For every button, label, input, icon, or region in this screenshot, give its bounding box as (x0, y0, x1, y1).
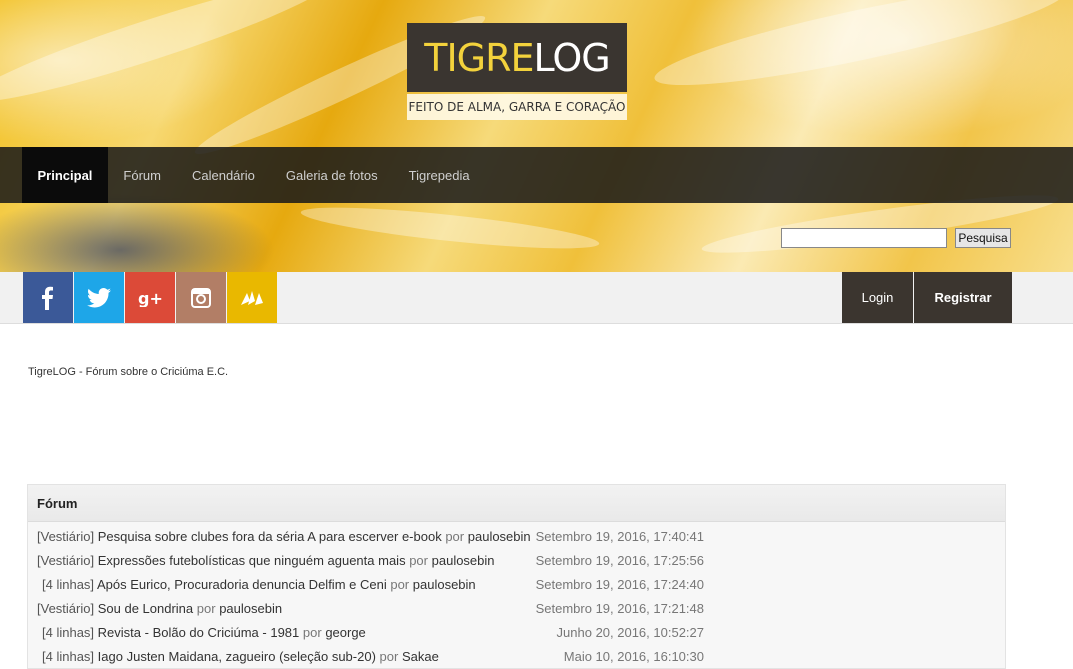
row-date: Maio 10, 2016, 16:10:30 (563, 648, 704, 664)
row-por: por (409, 552, 428, 568)
row-topic[interactable]: Pesquisa sobre clubes fora da séria A pa… (98, 529, 442, 544)
row-topic[interactable]: Após Eurico, Procuradoria denuncia Delfi… (97, 577, 387, 592)
row-category[interactable]: [Vestiário] (37, 601, 94, 616)
site-button[interactable] (227, 272, 277, 323)
forum-row[interactable]: [Vestiário] Sou de Londrina por pauloseb… (28, 596, 1007, 620)
forum-row[interactable]: [4 linhas] Revista - Bolão do Criciúma -… (28, 620, 1007, 644)
main-navigation: Principal Fórum Calendário Galeria de fo… (0, 147, 1073, 203)
instagram-button[interactable] (176, 272, 226, 323)
facebook-button[interactable] (23, 272, 73, 323)
nav-item-principal[interactable]: Principal (22, 147, 108, 203)
forum-row[interactable]: [Vestiário] Expressões futebolísticas qu… (28, 548, 1007, 572)
login-button[interactable]: Login (842, 272, 913, 323)
forum-table: Fórum [Vestiário] Pesquisa sobre clubes … (27, 484, 1006, 669)
row-author[interactable]: paulosebin (468, 529, 531, 544)
row-date: Setembro 19, 2016, 17:24:40 (535, 576, 704, 592)
tiger-claw-icon (241, 290, 263, 305)
row-topic[interactable]: Revista - Bolão do Criciúma - 1981 (98, 625, 300, 640)
row-author[interactable]: george (325, 625, 365, 640)
row-author[interactable]: paulosebin (219, 601, 282, 616)
google-plus-icon: g+ (138, 289, 162, 307)
instagram-icon (191, 287, 211, 308)
row-por: por (196, 600, 216, 616)
row-category[interactable]: [Vestiário] (37, 553, 94, 568)
row-topic[interactable]: Iago Justen Maidana, zagueiro (seleção s… (98, 649, 376, 664)
row-por: por (445, 528, 465, 544)
row-category[interactable]: [4 linhas] (42, 625, 94, 640)
row-date: Junho 20, 2016, 10:52:27 (556, 624, 704, 640)
site-logo[interactable]: TIGRELOG (407, 23, 627, 92)
row-topic[interactable]: Sou de Londrina (98, 601, 193, 616)
nav-item-calendario[interactable]: Calendário (176, 147, 270, 203)
search-button[interactable]: Pesquisa (955, 228, 1011, 248)
breadcrumb[interactable]: TigreLOG - Fórum sobre o Criciúma E.C. (28, 366, 228, 378)
social-bar: g+ Login Registrar (0, 272, 1073, 324)
row-por: por (390, 576, 410, 592)
forum-row[interactable]: [Vestiário] Pesquisa sobre clubes fora d… (28, 524, 1007, 548)
logo-tigre-text: TIGRE (424, 35, 534, 80)
google-plus-button[interactable]: g+ (125, 272, 175, 323)
site-tagline: FEITO DE ALMA, GARRA E CORAÇÃO (407, 94, 627, 120)
row-topic[interactable]: Expressões futebolísticas que ninguém ag… (98, 553, 406, 568)
search-input[interactable] (781, 228, 947, 248)
nav-item-galeria[interactable]: Galeria de fotos (270, 147, 393, 203)
forum-row[interactable]: [4 linhas] Iago Justen Maidana, zagueiro… (28, 644, 1007, 668)
row-category[interactable]: [Vestiário] (37, 529, 94, 544)
svg-text:g+: g+ (138, 289, 162, 307)
row-date: Setembro 19, 2016, 17:21:48 (535, 600, 704, 616)
row-author[interactable]: paulosebin (432, 553, 495, 568)
row-category[interactable]: [4 linhas] (42, 577, 94, 592)
nav-item-forum[interactable]: Fórum (108, 147, 177, 203)
facebook-icon (42, 286, 53, 310)
logo-log-text: LOG (533, 35, 611, 80)
twitter-icon (87, 287, 111, 307)
row-author[interactable]: Sakae (402, 649, 439, 664)
row-author[interactable]: paulosebin (413, 577, 476, 592)
twitter-button[interactable] (74, 272, 124, 323)
register-button[interactable]: Registrar (914, 272, 1012, 323)
forum-row[interactable]: [4 linhas] Após Eurico, Procuradoria den… (28, 572, 1007, 596)
row-date: Setembro 19, 2016, 17:25:56 (535, 552, 704, 568)
row-por: por (379, 648, 399, 664)
row-category[interactable]: [4 linhas] (42, 649, 94, 664)
nav-item-tigrepedia[interactable]: Tigrepedia (393, 147, 485, 203)
row-date: Setembro 19, 2016, 17:40:41 (535, 528, 704, 544)
row-por: por (302, 624, 322, 640)
forum-header: Fórum (28, 485, 1005, 522)
